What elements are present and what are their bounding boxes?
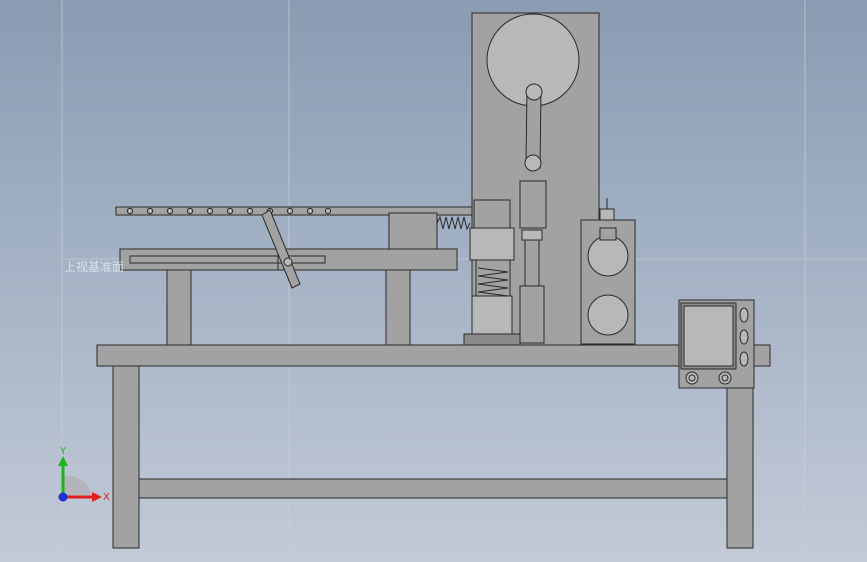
control-screen[interactable] xyxy=(683,305,734,367)
bearing-spring-block xyxy=(599,227,617,241)
control-knob-right[interactable] xyxy=(718,371,732,385)
punch-head xyxy=(473,199,511,229)
table-frame[interactable] xyxy=(96,344,771,549)
die-base xyxy=(463,333,521,346)
z-axis-origin xyxy=(58,492,68,502)
bearing-upper xyxy=(587,235,629,277)
pusher-block xyxy=(388,212,438,250)
punch-sleeve xyxy=(469,227,515,261)
indicator-light-1 xyxy=(739,307,749,323)
control-panel[interactable] xyxy=(678,299,755,389)
y-axis-arrow xyxy=(58,456,68,466)
support-post-left xyxy=(166,269,192,346)
machine-drawing: 上视基准面 Y X xyxy=(58,0,867,562)
pusher-spring xyxy=(436,215,471,231)
x-axis-label: X xyxy=(103,492,110,503)
crank-pin-top xyxy=(525,83,543,101)
coordinate-triad[interactable]: Y X xyxy=(58,446,110,503)
x-axis-arrow xyxy=(92,492,102,502)
support-post-right xyxy=(385,269,411,346)
table-leg-right xyxy=(726,365,754,549)
ram-rod xyxy=(524,239,540,287)
bearing-lower xyxy=(587,294,629,336)
table-top xyxy=(96,344,771,367)
ram-collar xyxy=(521,229,543,241)
table-crossbar xyxy=(138,478,728,499)
ram-block xyxy=(519,180,547,229)
indicator-light-2 xyxy=(739,329,749,345)
press-unit[interactable] xyxy=(463,12,600,346)
cad-viewport[interactable]: 上视基准面 Y X xyxy=(0,0,867,562)
die-body xyxy=(471,295,513,335)
plane-label: 上视基准面 xyxy=(64,259,124,274)
control-knob-left[interactable] xyxy=(685,371,699,385)
bearing-cap xyxy=(599,208,615,221)
slide-assembly[interactable] xyxy=(115,206,492,346)
crank-pin-bottom xyxy=(524,154,542,172)
table-leg-left xyxy=(112,365,140,549)
bearing-box[interactable] xyxy=(580,198,636,345)
y-axis-label: Y xyxy=(59,446,67,457)
indicator-light-3 xyxy=(739,351,749,367)
ram-guide xyxy=(519,285,545,344)
lever-pivot xyxy=(283,257,293,267)
